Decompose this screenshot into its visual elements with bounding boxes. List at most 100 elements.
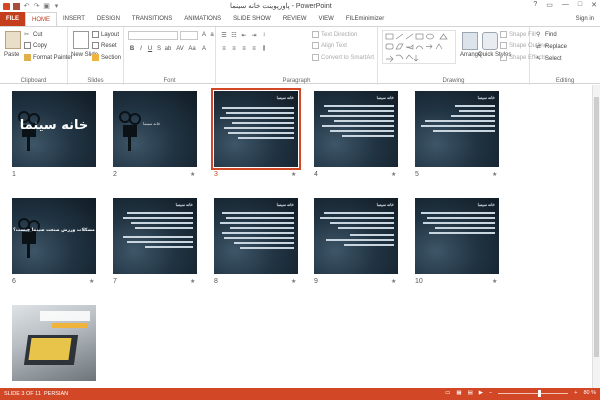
undo-icon[interactable]: ↶ xyxy=(23,3,30,10)
tab-slide-show[interactable]: SLIDE SHOW xyxy=(227,12,277,26)
replace-button[interactable]: ⇄ Replace xyxy=(536,43,567,51)
slide-thumbnail-11[interactable] xyxy=(12,305,96,381)
zoom-knob[interactable] xyxy=(538,389,542,397)
reading-view-icon[interactable]: ▤ xyxy=(468,390,473,396)
slide-thumbnail-8[interactable]: خانه سینما xyxy=(214,198,298,274)
scrollbar-thumb[interactable] xyxy=(594,97,599,357)
zoom-out-button[interactable]: − xyxy=(489,390,492,396)
maximize-button[interactable]: □ xyxy=(578,1,582,9)
customize-qat-icon[interactable]: ▾ xyxy=(53,3,60,10)
slide-thumbnail-6[interactable]: مشکلات ورزش صنعت سینما چیست؟ xyxy=(12,198,96,274)
char-spacing-icon[interactable]: AV xyxy=(176,46,184,52)
language-indicator[interactable]: PERSIAN xyxy=(44,391,68,397)
close-button[interactable]: ✕ xyxy=(591,1,597,9)
slide-thumbnail-7[interactable]: خانه سینما xyxy=(113,198,197,274)
vertical-scrollbar[interactable] xyxy=(592,85,600,388)
tab-insert[interactable]: INSERT xyxy=(57,12,91,26)
transition-star-icon[interactable]: ★ xyxy=(89,278,94,285)
format-painter-button[interactable]: Format Painter xyxy=(24,54,73,61)
tab-design[interactable]: DESIGN xyxy=(91,12,126,26)
arrange-icon[interactable] xyxy=(462,32,478,50)
transition-star-icon[interactable]: ★ xyxy=(190,278,195,285)
underline-icon[interactable]: U xyxy=(146,46,154,52)
slide-thumbnail-1[interactable]: خانه سینما xyxy=(12,91,96,167)
transition-star-icon[interactable]: ★ xyxy=(492,171,497,178)
shrink-font-icon[interactable]: a xyxy=(208,32,216,38)
transition-star-icon[interactable]: ★ xyxy=(391,278,396,285)
save-icon[interactable] xyxy=(13,2,20,10)
normal-view-icon[interactable]: ▭ xyxy=(445,390,450,396)
text-direction-button[interactable]: Text Direction xyxy=(312,31,357,38)
zoom-in-button[interactable]: + xyxy=(574,390,577,396)
start-from-beginning-icon[interactable]: ▣ xyxy=(43,3,50,10)
transition-star-icon[interactable]: ★ xyxy=(291,278,296,285)
align-text-button[interactable]: Align Text xyxy=(312,42,347,49)
select-button[interactable]: ↖ Select xyxy=(536,55,562,63)
help-button[interactable]: ? xyxy=(533,1,537,9)
copy-button[interactable]: Copy xyxy=(24,42,47,49)
slide-sorter[interactable]: خانه سینما 1 خانه سینما 2 ★ خانه سینما 3… xyxy=(0,85,592,388)
italic-icon[interactable]: I xyxy=(137,46,145,52)
tab-view[interactable]: VIEW xyxy=(313,12,340,26)
transition-star-icon[interactable]: ★ xyxy=(190,171,195,178)
slide-sorter-view-icon[interactable]: ▦ xyxy=(456,390,461,396)
slide-thumbnail-9[interactable]: خانه سینما xyxy=(314,198,398,274)
slide-thumbnail-5[interactable]: خانه سینما xyxy=(415,91,499,167)
tab-animations[interactable]: ANIMATIONS xyxy=(178,12,227,26)
strikethrough-icon[interactable]: ab xyxy=(164,46,172,52)
slide-thumbnail-3[interactable]: خانه سینما xyxy=(211,88,301,170)
tab-review[interactable]: REVIEW xyxy=(277,12,313,26)
bullets-icon[interactable]: ☰ xyxy=(220,32,228,39)
slide-thumbnail-10[interactable]: خانه سینما xyxy=(415,198,499,274)
replace-icon: ⇄ xyxy=(536,44,542,50)
quick-styles-icon[interactable] xyxy=(482,32,498,50)
font-size-combo[interactable] xyxy=(180,31,198,40)
transition-star-icon[interactable]: ★ xyxy=(291,171,296,178)
font-color-icon[interactable]: A xyxy=(200,46,208,52)
align-center-icon[interactable]: ≡ xyxy=(230,46,238,52)
font-name-combo[interactable] xyxy=(128,31,178,40)
transition-star-icon[interactable]: ★ xyxy=(391,171,396,178)
align-right-icon[interactable]: ≡ xyxy=(240,46,248,52)
grow-font-icon[interactable]: A xyxy=(200,32,208,38)
tab-transitions[interactable]: TRANSITIONS xyxy=(126,12,178,26)
find-button[interactable]: ⚲ Find xyxy=(536,31,557,39)
columns-icon[interactable]: ⫼ xyxy=(260,46,268,53)
justify-icon[interactable]: ≡ xyxy=(250,46,258,52)
line-spacing-icon[interactable]: ↕ xyxy=(260,32,268,38)
change-case-icon[interactable]: Aa xyxy=(188,46,196,52)
sign-in-link[interactable]: Sign in xyxy=(576,16,594,22)
increase-indent-icon[interactable]: ⇥ xyxy=(250,32,258,39)
tab-fileminimizer[interactable]: FILEminimizer xyxy=(340,12,390,26)
powerpoint-logo-icon[interactable] xyxy=(3,2,10,10)
numbering-icon[interactable]: ☷ xyxy=(230,32,238,39)
slides-group: New Slide Layout Reset Section Slides xyxy=(68,27,124,85)
tab-home[interactable]: HOME xyxy=(25,12,57,26)
transition-star-icon[interactable]: ★ xyxy=(492,278,497,285)
redo-icon[interactable]: ↷ xyxy=(33,3,40,10)
shadow-icon[interactable]: S xyxy=(155,46,163,52)
paste-button[interactable]: Paste xyxy=(4,52,19,58)
zoom-slider[interactable] xyxy=(498,389,569,397)
layout-button[interactable]: Layout xyxy=(92,31,119,38)
slide-thumbnail-2[interactable]: خانه سینما xyxy=(113,91,197,167)
slide-thumbnail-4[interactable]: خانه سینما xyxy=(314,91,398,167)
decrease-indent-icon[interactable]: ⇤ xyxy=(240,32,248,39)
scissors-icon: ✂ xyxy=(24,32,30,38)
bold-icon[interactable]: B xyxy=(128,46,136,52)
cut-button[interactable]: ✂ Cut xyxy=(24,31,42,39)
minimize-button[interactable]: — xyxy=(562,1,569,9)
shapes-gallery[interactable] xyxy=(382,30,456,64)
zoom-level[interactable]: 80 % xyxy=(583,390,596,396)
ribbon-display-button[interactable]: ▭ xyxy=(546,1,553,9)
tab-file[interactable]: FILE xyxy=(0,12,25,26)
slide-number-8: 8 xyxy=(214,278,218,285)
reset-button[interactable]: Reset xyxy=(92,42,117,49)
slideshow-view-icon[interactable]: ▶ xyxy=(479,390,483,396)
section-button[interactable]: Section xyxy=(92,54,121,61)
convert-smartart-button[interactable]: Convert to SmartArt xyxy=(312,54,374,61)
align-left-icon[interactable]: ≡ xyxy=(220,46,228,52)
ribbon: Paste ✂ Cut Copy Format Painter Clipboard… xyxy=(0,26,600,85)
paste-icon[interactable] xyxy=(5,31,21,49)
new-slide-icon[interactable] xyxy=(73,31,89,49)
